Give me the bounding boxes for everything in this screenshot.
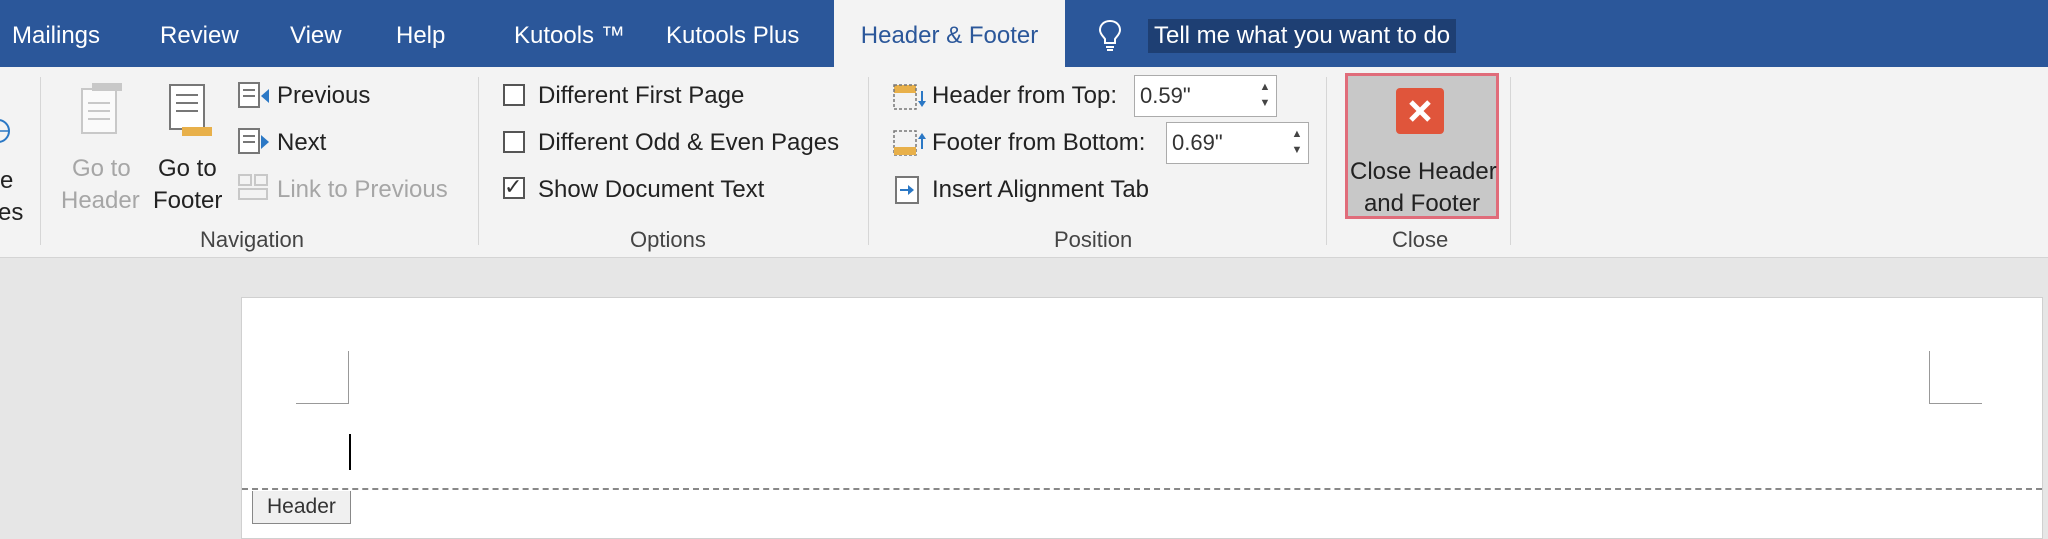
next-button[interactable]: Next bbox=[277, 129, 326, 157]
ribbon-tab-bar: Mailings Review View Help Kutools ™ Kuto… bbox=[0, 0, 2048, 67]
go-to-header-icon bbox=[81, 83, 122, 134]
tab-kutools-plus[interactable]: Kutools Plus bbox=[666, 0, 799, 67]
group-separator bbox=[868, 77, 869, 245]
ribbon: e es Go to Header Go to Footer Previous … bbox=[0, 67, 2048, 258]
lightbulb-icon bbox=[1098, 19, 1122, 51]
show-document-text-label: Show Document Text bbox=[538, 176, 765, 203]
different-odd-even-checkbox[interactable] bbox=[503, 131, 525, 153]
close-icon bbox=[1396, 88, 1444, 134]
globe-icon bbox=[0, 119, 10, 143]
link-to-previous-button[interactable]: Link to Previous bbox=[277, 176, 448, 204]
go-to-footer-line2[interactable]: Footer bbox=[153, 187, 222, 215]
footer-from-bottom-label: Footer from Bottom: bbox=[932, 129, 1146, 156]
spinner-arrows-icon[interactable]: ▲ ▼ bbox=[1258, 79, 1272, 111]
tab-header-footer[interactable]: Header & Footer bbox=[834, 0, 1065, 67]
close-header-footer-line2: and Footer bbox=[1363, 190, 1481, 217]
text-cursor bbox=[349, 434, 351, 470]
group-separator bbox=[40, 77, 41, 245]
margin-corner-mark-right bbox=[1929, 351, 1982, 404]
tab-view[interactable]: View bbox=[290, 0, 342, 67]
insert-alignment-tab-icon bbox=[895, 176, 919, 204]
group-separator bbox=[1326, 77, 1327, 245]
position-group-label: Position bbox=[1054, 227, 1133, 252]
header-tag: Header bbox=[252, 491, 351, 524]
spinner-arrows-icon[interactable]: ▲ ▼ bbox=[1290, 126, 1304, 158]
group-separator bbox=[1510, 77, 1511, 245]
options-group-label: Options bbox=[630, 227, 706, 252]
checkmark-icon: ✓ bbox=[504, 174, 523, 199]
tab-kutools[interactable]: Kutools ™ bbox=[514, 0, 625, 67]
tab-mailings[interactable]: Mailings bbox=[12, 0, 100, 67]
close-header-footer-button[interactable]: Close Header and Footer bbox=[1345, 73, 1499, 219]
cutoff-button-line2[interactable]: es bbox=[0, 199, 23, 227]
navigation-group-label: Navigation bbox=[200, 227, 304, 252]
show-document-text-checkbox[interactable]: ✓ bbox=[503, 174, 525, 199]
footer-from-bottom-icon bbox=[893, 130, 926, 156]
footer-from-bottom-value: 0.69" bbox=[1172, 130, 1223, 155]
link-to-previous-icon bbox=[238, 174, 268, 200]
tab-review[interactable]: Review bbox=[160, 0, 239, 67]
cutoff-button-line1[interactable]: e bbox=[0, 167, 13, 195]
document-page[interactable]: Header bbox=[241, 297, 2043, 539]
group-separator bbox=[478, 77, 479, 245]
different-first-page-checkbox[interactable] bbox=[503, 84, 525, 106]
next-icon bbox=[238, 128, 269, 154]
different-odd-even-label: Different Odd & Even Pages bbox=[538, 129, 840, 156]
insert-alignment-tab-button[interactable]: Insert Alignment Tab bbox=[932, 176, 1149, 204]
margin-corner-mark-left bbox=[296, 351, 349, 404]
previous-button[interactable]: Previous bbox=[277, 82, 370, 110]
go-to-footer-line1[interactable]: Go to bbox=[158, 155, 217, 183]
header-boundary-line bbox=[242, 488, 2042, 490]
header-from-top-label: Header from Top: bbox=[932, 82, 1117, 109]
go-to-header-line1[interactable]: Go to bbox=[72, 155, 131, 183]
header-from-top-icon bbox=[893, 84, 926, 110]
footer-from-bottom-spinner[interactable]: 0.69" ▲ ▼ bbox=[1166, 122, 1309, 164]
header-from-top-value: 0.59" bbox=[1140, 83, 1191, 108]
different-first-page-label: Different First Page bbox=[538, 82, 745, 109]
header-from-top-spinner[interactable]: 0.59" ▲ ▼ bbox=[1134, 75, 1277, 117]
tell-me-search[interactable]: Tell me what you want to do bbox=[1148, 19, 1457, 53]
tab-help[interactable]: Help bbox=[396, 0, 445, 67]
close-header-footer-line1: Close Header bbox=[1350, 158, 1497, 185]
go-to-header-line2[interactable]: Header bbox=[61, 187, 140, 215]
close-group-label: Close bbox=[1392, 227, 1449, 252]
go-to-footer-icon bbox=[169, 84, 212, 136]
previous-icon bbox=[238, 82, 269, 108]
